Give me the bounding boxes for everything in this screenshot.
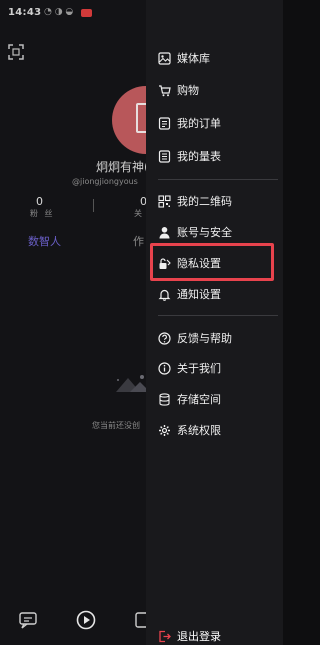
menu-item-media-library[interactable]: 媒体库 — [158, 47, 278, 69]
play-icon[interactable] — [76, 610, 96, 630]
menu-divider — [158, 315, 278, 316]
menu-item-notification-settings[interactable]: 通知设置 — [158, 283, 278, 305]
empty-state-illustration — [116, 375, 150, 392]
profile-handle: @jiongjiongyous — [72, 177, 138, 186]
menu-item-label: 系统权限 — [177, 424, 221, 437]
image-icon — [158, 51, 171, 65]
menu-item-system-permissions[interactable]: 系统权限 — [158, 419, 278, 441]
status-time: 14:43 — [8, 7, 42, 18]
menu-item-label: 存储空间 — [177, 393, 221, 406]
menu-item-label: 通知设置 — [177, 288, 221, 301]
menu-item-my-qrcode[interactable]: 我的二维码 — [158, 190, 278, 212]
side-drawer-menu: 媒体库 购物 我的订单 我的量表 我的二维码 账号与安全 隐私设置 通知设置 反… — [146, 0, 283, 645]
menu-item-label: 媒体库 — [177, 52, 210, 65]
cart-icon — [159, 84, 171, 96]
qrcode-icon — [158, 194, 171, 208]
tab-works[interactable]: 作 — [133, 233, 144, 249]
fans-label: 粉 丝 — [30, 209, 55, 218]
menu-item-label: 我的订单 — [177, 117, 221, 130]
person-icon — [159, 226, 170, 238]
following-label: 关 — [134, 209, 142, 218]
gear-icon — [159, 424, 170, 436]
menu-item-label: 我的量表 — [177, 150, 221, 163]
stats-divider — [93, 199, 94, 212]
menu-item-label: 账号与安全 — [177, 226, 232, 239]
bell-icon — [158, 289, 171, 301]
menu-item-feedback-help[interactable]: 反馈与帮助 — [158, 327, 278, 349]
app-badge-icon — [81, 9, 92, 17]
empty-state-text: 您当前还没创 — [92, 421, 140, 430]
menu-item-shopping[interactable]: 购物 — [158, 79, 278, 101]
info-icon — [158, 361, 171, 375]
menu-item-about-us[interactable]: 关于我们 — [158, 357, 278, 379]
privacy-settings-highlight-box — [150, 243, 274, 281]
list-icon — [158, 116, 171, 130]
status-notification-icons: ◔ ◑ ◒ — [44, 7, 74, 17]
menu-item-my-orders[interactable]: 我的订单 — [158, 112, 278, 134]
menu-item-my-scales[interactable]: 我的量表 — [158, 145, 278, 167]
menu-item-label: 关于我们 — [177, 362, 221, 375]
tab-digital-human[interactable]: 数智人 — [28, 233, 61, 249]
bottom-navigation — [0, 602, 153, 638]
scan-icon[interactable] — [8, 44, 24, 60]
database-icon — [159, 392, 170, 406]
logout-label: 退出登录 — [177, 630, 221, 643]
menu-item-label: 购物 — [177, 84, 199, 97]
menu-item-label: 反馈与帮助 — [177, 332, 232, 345]
fans-count[interactable]: 0 — [36, 195, 43, 208]
question-icon — [158, 331, 171, 345]
chat-icon[interactable] — [18, 610, 38, 630]
menu-item-label: 我的二维码 — [177, 195, 232, 208]
menu-divider — [158, 179, 278, 180]
document-icon — [158, 149, 171, 163]
menu-item-storage[interactable]: 存储空间 — [158, 388, 278, 410]
menu-item-account-security[interactable]: 账号与安全 — [158, 221, 278, 243]
logout-icon — [159, 630, 171, 642]
logout-button[interactable]: 退出登录 — [158, 625, 278, 645]
